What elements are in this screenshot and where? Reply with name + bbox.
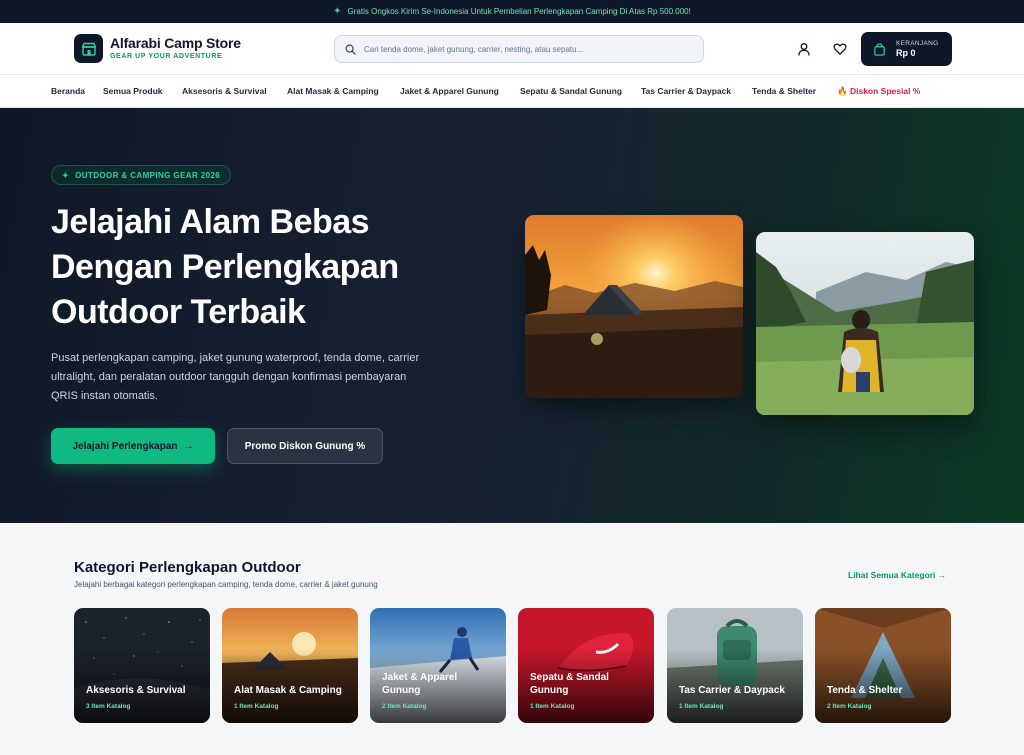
cart-summary: KERANJANG Rp 0 [896,40,938,58]
categories-title: Kategori Perlengkapan Outdoor [74,559,301,576]
user-icon [798,43,810,56]
site-header: Alfarabi Camp Store GEAR UP YOUR ADVENTU… [0,23,1024,75]
hero-title-line: Outdoor Terbaik [51,293,306,331]
hero-title: Jelajahi Alam Bebas Dengan Perlengkapan … [51,200,471,335]
store-icon [81,42,96,56]
nav-item-jaket[interactable]: Jaket & Apparel Gunung [400,86,499,96]
search-bar [334,35,704,63]
category-card-jaket[interactable]: Jaket & Apparel Gunung 2 Item Katalog [370,608,506,723]
hero-title-line: Dengan Perlengkapan [51,248,399,286]
hero-image-sunset-tent [525,215,743,398]
explore-gear-label: Jelajahi Perlengkapan [72,440,178,452]
explore-gear-button[interactable]: Jelajahi Perlengkapan → [51,428,215,464]
category-count: 2 Item Katalog [382,703,427,710]
sparkle-icon: ✦ [333,6,342,17]
nav-promo-label: Diskon Spesial % [849,86,921,96]
cart-label: KERANJANG [896,40,939,47]
arrow-right-icon: → [183,440,194,452]
cart-total: Rp 0 [896,48,916,58]
category-name: Sepatu & Sandal Gunung [530,672,609,696]
announcement-bar: ✦ Gratis Ongkos Kirim Se-Indonesia Untuk… [0,0,1024,23]
arrow-right-icon: → [937,570,947,580]
nav-item-sepatu[interactable]: Sepatu & Sandal Gunung [520,86,622,96]
category-name: Aksesoris & Survival [86,685,186,696]
store-logo[interactable] [74,34,103,63]
search-icon [345,44,356,55]
heart-icon [833,43,847,55]
nav-item-tenda[interactable]: Tenda & Shelter [752,86,816,96]
category-count: 1 Item Katalog [679,703,724,710]
fire-icon: 🔥 [837,86,848,96]
nav-item-diskon[interactable]: 🔥 Diskon Spesial % [837,86,920,97]
category-name: Tenda & Shelter [827,685,903,696]
category-name: Jaket & Apparel Gunung [382,672,458,696]
category-count: 1 Item Katalog [530,703,575,710]
store-name[interactable]: Alfarabi Camp Store [110,35,241,51]
category-count: 1 Item Katalog [234,703,279,710]
hero-badge-text: OUTDOOR & CAMPING GEAR 2026 [75,170,221,180]
hero-description: Pusat perlengkapan camping, jaket gunung… [51,352,420,402]
category-count: 2 Item Katalog [827,703,872,710]
account-button[interactable] [795,40,813,58]
nav-item-tas-carrier[interactable]: Tas Carrier & Daypack [641,86,731,96]
category-card-tas-carrier[interactable]: Tas Carrier & Daypack 1 Item Katalog [667,608,803,723]
nav-item-alat-masak[interactable]: Alat Masak & Camping [287,86,379,96]
category-name: Tas Carrier & Daypack [679,685,785,696]
category-card-tenda[interactable]: Tenda & Shelter 2 Item Katalog [815,608,951,723]
promo-discount-button[interactable]: Promo Diskon Gunung % [227,428,383,464]
view-all-categories-link[interactable]: Lihat Semua Kategori → [848,570,946,580]
search-input[interactable] [364,44,684,54]
shopping-bag-icon [874,42,885,56]
hero-badge: ✦ OUTDOOR & CAMPING GEAR 2026 [51,165,232,185]
category-card-alat-masak[interactable]: Alat Masak & Camping 1 Item Katalog [222,608,358,723]
nav-item-beranda[interactable]: Beranda [51,86,85,96]
wishlist-button[interactable] [831,40,849,58]
store-tagline: GEAR UP YOUR ADVENTURE [110,53,223,60]
main-nav: Beranda Semua Produk Aksesoris & Surviva… [0,75,1024,108]
category-card-sepatu[interactable]: Sepatu & Sandal Gunung 1 Item Katalog [518,608,654,723]
nav-item-semua-produk[interactable]: Semua Produk [103,86,163,96]
promo-discount-label: Promo Diskon Gunung % [244,440,366,452]
hero-section: ✦ OUTDOOR & CAMPING GEAR 2026 Jelajahi A… [0,108,1024,523]
nav-item-aksesoris[interactable]: Aksesoris & Survival [182,86,267,96]
announcement-text: Gratis Ongkos Kirim Se-Indonesia Untuk P… [347,7,691,16]
category-name: Alat Masak & Camping [234,685,342,696]
hero-title-line: Jelajahi Alam Bebas [51,203,370,241]
category-card-aksesoris[interactable]: Aksesoris & Survival 3 Item Katalog [74,608,210,723]
view-all-label: Lihat Semua Kategori [848,570,936,580]
sparkle-icon: ✦ [62,170,70,180]
category-count: 3 Item Katalog [86,703,131,710]
cart-button[interactable]: KERANJANG Rp 0 [861,32,952,66]
hero-image-hiker [756,232,974,415]
categories-subtitle: Jelajahi berbagai kategori perlengkapan … [74,580,378,589]
